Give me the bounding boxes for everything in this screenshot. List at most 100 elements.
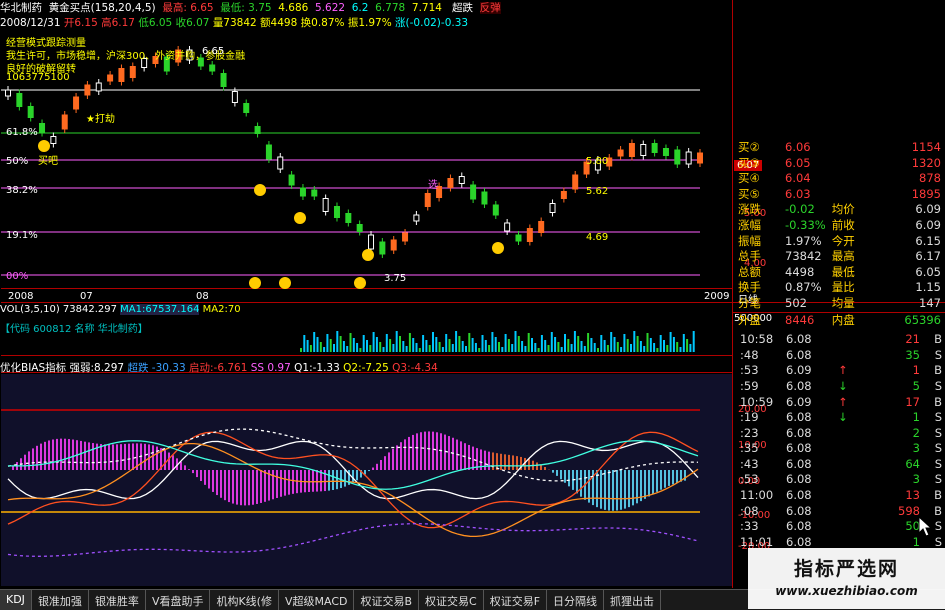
trade-time: :33 [732,519,778,535]
bias-bar [536,462,538,470]
bias-bar [528,459,530,470]
bias-bar [312,470,314,492]
bias-bar [460,441,462,470]
bias-strength: 强弱:8.297 [70,362,125,374]
bias-bar [220,470,222,498]
trade-arrow: ↑ [838,395,856,411]
volume-bar [449,339,451,352]
candle-body [686,152,691,164]
bias-bar [188,469,190,470]
indicator-tab[interactable]: 银准胜率 [89,590,146,610]
quote-key2 [832,140,873,156]
quote-value2: 6.09 [873,218,945,234]
time-axis-label: 07 [80,291,93,302]
volume-bar [432,332,434,352]
top-price-label: 6.65 [202,46,224,57]
bias-bar [236,470,238,505]
candle-body [96,83,101,91]
volume-bar [666,345,668,352]
indicator-tab[interactable]: V超级MACD [279,590,355,610]
volume-bar [350,333,352,352]
trade-ticker[interactable]: 10:586.0821B:486.0835S:536.09↑1B:596.08↓… [732,332,945,550]
info-close: 收6.07 [176,17,210,29]
bias-bar [24,455,26,470]
candle-body [74,97,79,109]
trade-qty: 35 [856,348,920,364]
candle-body [573,175,578,189]
price-label-562: 5.62 [586,186,608,197]
indicator-tab[interactable]: 权证交易F [484,590,547,610]
trade-side: B [920,332,942,348]
bias-bar [204,470,206,485]
bias-bar [412,435,414,470]
bias-bar [80,441,82,470]
indicator-tab[interactable]: 银准加强 [32,590,89,610]
bias-bar [392,449,394,470]
bias-super: 超跌 [127,362,148,374]
volume-ma2: MA2:70 [203,304,241,315]
bias-bar [568,470,570,486]
trade-side: S [920,472,942,488]
volume-bar [465,346,467,352]
quote-value: 0.87% [777,280,832,296]
quote-key2 [832,187,873,203]
volume-bar [373,332,375,352]
time-axis-label: 2009 [704,291,729,302]
trade-price: 6.08 [778,426,838,442]
trade-row: :536.083S [732,472,945,488]
indicator-tab[interactable]: 抓狸出击 [604,590,661,610]
volume-bar [637,336,639,352]
bias-bar [208,470,210,489]
volume-bar [683,334,685,352]
volume-bar [445,334,447,352]
time-axis-label: 08 [196,291,209,302]
candle-body [108,75,113,81]
indicator-tab[interactable]: 权证交易B [354,590,419,610]
trade-time: :23 [732,426,778,442]
volume-bar [604,340,606,352]
candle-body [289,175,294,185]
trade-price: 6.08 [778,504,838,520]
candle-body [482,192,487,204]
volume-bar [442,347,444,352]
trade-row: :536.09↑1B [732,363,945,379]
candle-body [334,207,339,218]
bias-bar [632,470,634,505]
bias-bar [216,470,218,495]
volume-bar [455,331,457,352]
indicator-tab[interactable]: 权证交易C [419,590,484,610]
trade-row: :336.0850S [732,519,945,535]
volume-bar [416,343,418,352]
bias-bar [424,432,426,470]
candle-body [663,149,668,156]
field-value: 6.2 [352,2,369,14]
bias-bar [108,444,110,470]
volume-bar [326,334,328,352]
bias-bar [444,435,446,470]
volume-bar [653,343,655,352]
quote-row: 外盘8446内盘65396 [732,312,945,329]
indicator-tab[interactable]: V看盘助手 [146,590,211,610]
candle-body [618,150,623,156]
trade-row: 10:596.09↑17B [732,395,945,411]
signal-smiley-icon [294,212,306,224]
bias-header: 优化BIAS指标 强弱:8.297 超跌 -30.33 启动:-6.761 SS… [0,360,720,374]
volume-bar [614,337,616,352]
candle-body [471,185,476,199]
trade-row: 11:006.0813B [732,488,945,504]
trade-arrow [838,457,856,473]
trade-arrow [838,504,856,520]
bias-bar [292,470,294,494]
volume-bar [419,348,421,352]
quote-value: 6.06 [777,140,832,156]
quote-value: -0.02 [777,202,832,218]
bias-bar [472,447,474,470]
indicator-tab[interactable]: KDJ [0,590,32,610]
trade-arrow [838,488,856,504]
indicator-tab[interactable]: 机构K线(修 [210,590,279,610]
bias-bar [64,439,66,470]
candle-body [357,225,362,232]
indicator-tab[interactable]: 日分隔线 [547,590,604,610]
volume-ma1: MA1:67537.164 [120,304,199,315]
quote-value: 73842 [777,249,832,265]
